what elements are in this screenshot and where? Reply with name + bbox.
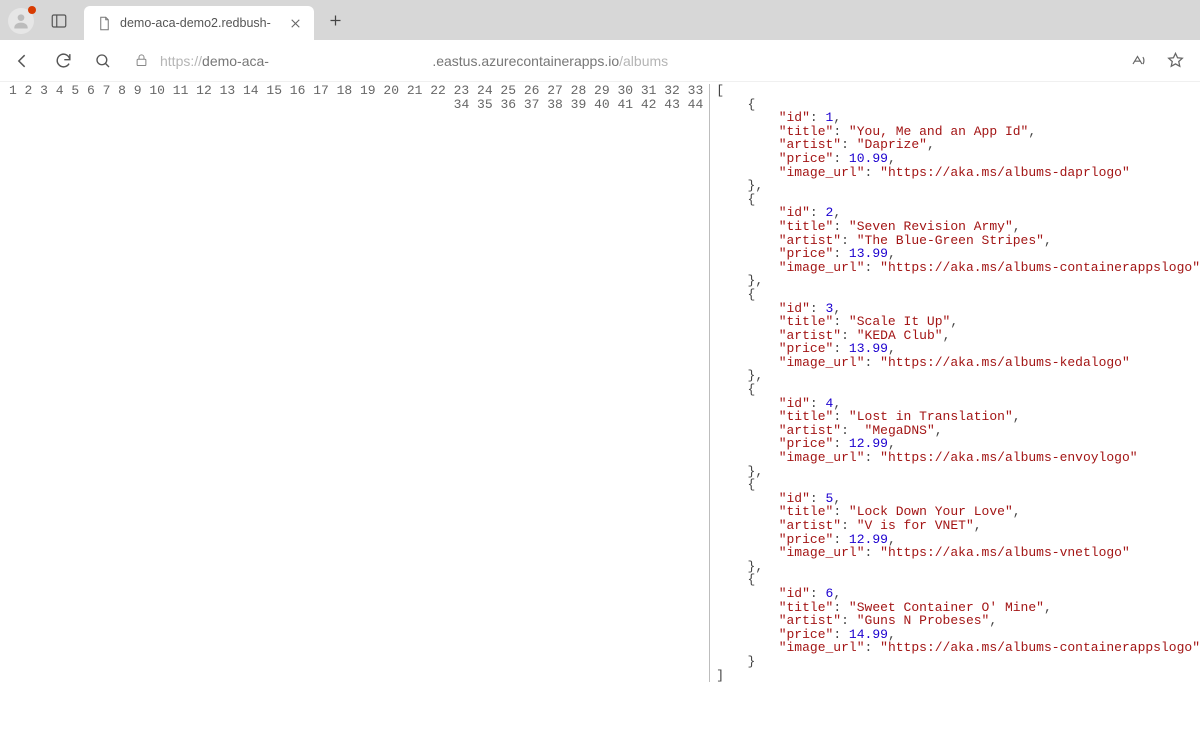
tab-title: demo-aca-demo2.redbush- xyxy=(120,16,271,30)
site-info-button[interactable] xyxy=(132,52,150,70)
notification-dot-icon xyxy=(28,6,36,14)
back-button[interactable] xyxy=(12,50,34,72)
favorites-button[interactable] xyxy=(1164,50,1186,72)
url-host-redacted-gap xyxy=(269,53,432,69)
line-number-gutter: 1 2 3 4 5 6 7 8 9 10 11 12 13 14 15 16 1… xyxy=(0,84,710,682)
page-icon xyxy=(96,15,112,31)
tab-actions-button[interactable] xyxy=(48,10,70,32)
browser-tab[interactable]: demo-aca-demo2.redbush- xyxy=(84,6,314,40)
browser-titlebar: demo-aca-demo2.redbush- xyxy=(0,0,1200,40)
read-aloud-button[interactable] xyxy=(1128,50,1150,72)
search-button[interactable] xyxy=(92,50,114,72)
address-bar[interactable]: https://demo-aca- .eastus.azurecontainer… xyxy=(160,53,1110,69)
close-tab-button[interactable] xyxy=(286,14,304,32)
url-host-part2: .eastus.azurecontainerapps.io xyxy=(432,53,619,69)
new-tab-button[interactable] xyxy=(320,6,350,34)
browser-toolbar: https://demo-aca- .eastus.azurecontainer… xyxy=(0,40,1200,82)
url-host-part1: demo-aca- xyxy=(202,53,269,69)
profile-button[interactable] xyxy=(8,8,34,34)
json-content[interactable]: [ { "id": 1, "title": "You, Me and an Ap… xyxy=(710,84,1200,682)
refresh-button[interactable] xyxy=(52,50,74,72)
json-viewer: 1 2 3 4 5 6 7 8 9 10 11 12 13 14 15 16 1… xyxy=(0,82,1200,682)
url-scheme: https:// xyxy=(160,53,202,69)
url-path: /albums xyxy=(619,53,668,69)
